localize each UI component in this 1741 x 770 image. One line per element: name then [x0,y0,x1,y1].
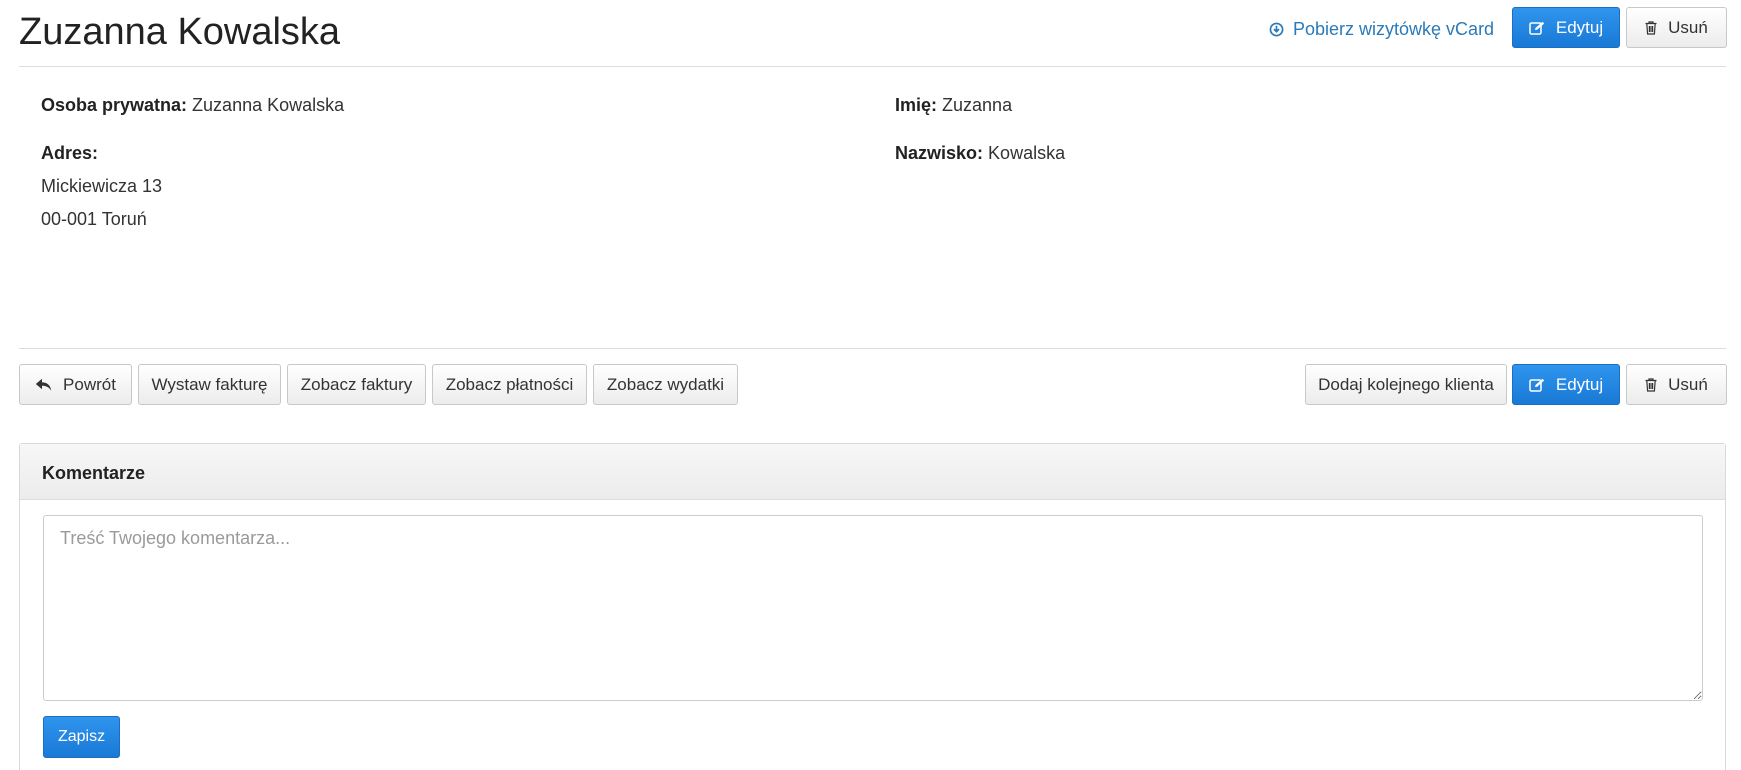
trash-icon [1645,377,1657,392]
comment-input[interactable] [43,515,1703,701]
delete-button-label: Usuń [1668,17,1708,37]
address-line-1: Mickiewicza 13 [41,176,163,196]
download-vcard-link[interactable]: Pobierz wizytówkę vCard [1269,19,1494,40]
back-button[interactable]: Powrót [19,364,132,405]
comments-heading: Komentarze [20,444,1725,500]
delete-button[interactable]: Usuń [1626,7,1727,48]
private-person-label: Osoba prywatna: [41,95,188,115]
view-invoices-button[interactable]: Zobacz faktury [287,364,426,405]
save-comment-button[interactable]: Zapisz [43,716,120,758]
first-name-label: Imię: [895,95,938,115]
page-title: Zuzanna Kowalska [19,11,341,53]
view-payments-button[interactable]: Zobacz płatności [432,364,587,405]
download-circle-icon [1269,22,1284,37]
page-header: Zuzanna Kowalska Pobierz wizytówkę vCard… [19,0,1727,67]
comments-panel: Komentarze Zapisz [19,443,1726,770]
last-name-row: Nazwisko: Kowalska [895,143,1065,164]
edit-icon [1529,378,1545,392]
address-line-2: 00-001 Toruń [41,209,147,229]
address-label: Adres: [41,143,99,163]
edit-icon [1529,21,1545,35]
reply-arrow-icon [35,378,52,391]
toolbar-edit-label: Edytuj [1555,374,1604,394]
trash-icon [1645,20,1657,35]
private-person-row: Osoba prywatna: Zuzanna Kowalska [41,95,344,116]
section-divider [19,348,1726,349]
first-name-row: Imię: Zuzanna [895,95,1012,116]
back-button-label: Powrót [63,374,116,394]
first-name-value: Zuzanna [942,95,1013,115]
last-name-label: Nazwisko: [895,143,984,163]
address-row: Adres: [41,143,98,164]
toolbar-delete-button[interactable]: Usuń [1626,364,1727,405]
toolbar-delete-label: Usuń [1668,374,1708,394]
private-person-value: Zuzanna Kowalska [192,95,345,115]
toolbar-edit-button[interactable]: Edytuj [1512,364,1620,405]
issue-invoice-button[interactable]: Wystaw fakturę [138,364,281,405]
edit-button[interactable]: Edytuj [1512,7,1620,48]
edit-button-label: Edytuj [1555,17,1604,37]
add-client-button[interactable]: Dodaj kolejnego klienta [1305,364,1507,405]
download-vcard-label: Pobierz wizytówkę vCard [1293,19,1495,39]
view-expenses-button[interactable]: Zobacz wydatki [593,364,738,405]
last-name-value: Kowalska [988,143,1066,163]
